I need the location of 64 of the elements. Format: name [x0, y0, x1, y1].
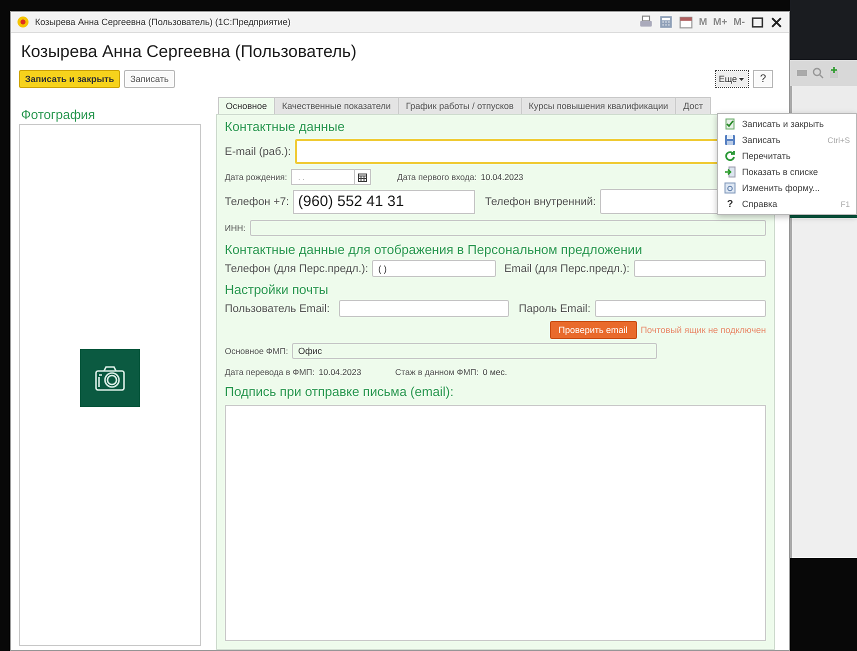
save-close-button[interactable]: Записать и закрыть [19, 70, 120, 88]
field-label: Пользователь Email: [224, 302, 331, 314]
section-heading: Контактные данные [224, 119, 345, 134]
field-value: 10.04.2023 [318, 367, 362, 377]
field-label: Телефон внутренний: [485, 196, 596, 208]
field-label: Пароль Email: [518, 302, 591, 314]
add-document-icon [828, 67, 840, 79]
menu-item[interactable]: Показать в списке [718, 164, 856, 180]
section-heading: Подпись при отправке письма (email): [224, 384, 454, 399]
tab[interactable]: График работы / отпусков [398, 97, 522, 114]
search-icon [812, 67, 824, 79]
app-logo-icon [17, 16, 29, 28]
section-heading: Контактные данные для отображения в Персональном предложении [224, 242, 642, 257]
inn-field[interactable] [250, 220, 766, 236]
field-label: Основное ФМП: [224, 346, 288, 356]
list-arrow-icon [724, 166, 736, 178]
field-label: E-mail (раб.): [224, 146, 291, 158]
document-check-icon [724, 118, 736, 130]
question-mark-icon: ? [724, 198, 736, 210]
fmp-field[interactable]: Офис [292, 343, 658, 359]
section-heading: Настройки почты [224, 282, 328, 297]
field-label: Стаж в данном ФМП: [395, 367, 479, 377]
tab[interactable]: Дост [675, 97, 712, 114]
form-window-icon [724, 182, 736, 194]
more-button[interactable]: Еще [714, 70, 749, 88]
menu-item[interactable]: Записать Ctrl+S [718, 132, 856, 148]
photo-heading: Фотография [21, 107, 96, 122]
field-label: Телефон +7: [224, 196, 290, 208]
email-field[interactable] [634, 260, 766, 277]
field-value: 0 мес. [482, 367, 508, 377]
tab[interactable]: Курсы повышения квалификации [520, 97, 676, 114]
help-button[interactable]: ? [753, 70, 773, 88]
calendar-icon [678, 15, 693, 29]
menu-item[interactable]: Изменить форму... [718, 180, 856, 196]
phone-field[interactable]: (960) 552 41 31 [293, 190, 476, 214]
field-label: Дата рождения: [224, 172, 288, 182]
photo-placeholder[interactable] [80, 349, 140, 407]
mail-status: Почтовый ящик не подключен [640, 325, 766, 335]
menu-item[interactable]: ? Справка F1 [718, 196, 856, 212]
caret-icon [738, 76, 745, 82]
close-icon [770, 16, 783, 28]
refresh-icon [724, 150, 736, 162]
field-label: ИНН: [224, 223, 246, 233]
tab[interactable]: Качественные показатели [274, 97, 399, 114]
calendar-icon [358, 172, 368, 182]
signature-field[interactable] [224, 405, 766, 641]
field-label: Дата первого входа: [397, 172, 477, 182]
menu-item[interactable]: Перечитать [718, 148, 856, 164]
password-field[interactable] [594, 300, 766, 317]
calculator-icon [658, 15, 673, 29]
field-value: 10.04.2023 [480, 172, 524, 182]
save-button[interactable]: Записать [124, 70, 175, 88]
maximize-icon [751, 16, 764, 28]
field-label: Email (для Перс.предл.): [504, 262, 630, 274]
phone-field[interactable]: ( ) [372, 260, 496, 277]
camera-icon [94, 364, 126, 392]
menu-item[interactable]: Записать и закрыть [718, 116, 856, 132]
form-title: Козырева Анна Сергеевна (Пользователь) [21, 42, 358, 62]
field-label: Телефон (для Перс.предл.): [224, 262, 368, 274]
window-title: Козырева Анна Сергеевна (Пользователь) (1С:Предприятие) [35, 17, 292, 27]
email-user-field[interactable] [338, 300, 509, 317]
background-desktop [790, 0, 857, 60]
field-label: Дата перевода в ФМП: [224, 367, 315, 377]
tab[interactable]: Основное [218, 97, 275, 114]
